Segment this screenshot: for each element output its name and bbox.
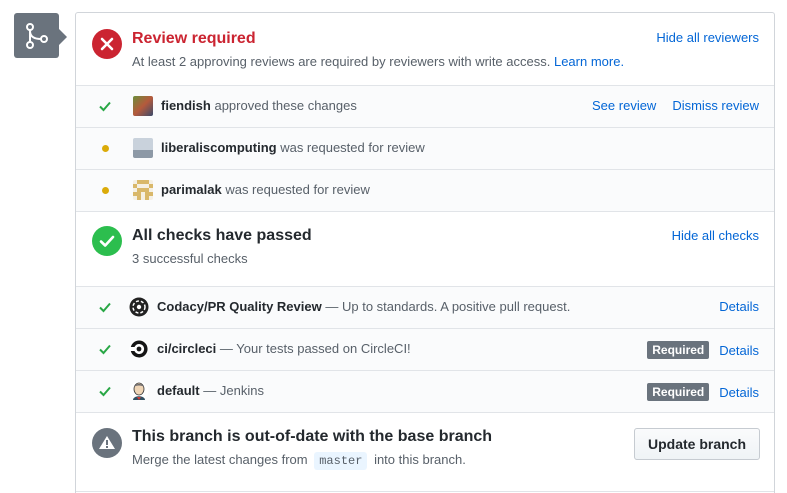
checks-section: All checks have passed 3 successful chec… (76, 212, 774, 287)
checks-title: All checks have passed (132, 227, 312, 244)
required-badge: Required (647, 383, 710, 401)
hide-all-reviewers-link[interactable]: Hide all reviewers (656, 30, 759, 45)
codacy-logo-icon (129, 297, 149, 317)
branch-outdated-section: This branch is out-of-date with the base… (76, 413, 774, 492)
check-name: default (157, 383, 200, 398)
jenkins-logo-icon (129, 381, 149, 401)
check-row: default — Jenkins Required Details (76, 371, 774, 413)
hide-all-checks-link[interactable]: Hide all checks (672, 228, 759, 243)
details-link[interactable]: Details (719, 299, 759, 314)
merge-suffix-text: into this branch. (374, 452, 466, 467)
reviewer-row: fiendish approved these changes See revi… (76, 86, 774, 128)
alert-icon (92, 428, 122, 458)
review-required-section: Review required At least 2 approving rev… (76, 13, 774, 86)
reviewer-name[interactable]: fiendish (161, 98, 211, 113)
check-text: default — Jenkins (157, 383, 264, 398)
reviewer-row: parimalak was requested for review (76, 170, 774, 212)
reviewer-text: liberaliscomputing was requested for rev… (161, 140, 425, 155)
reviewer-row: liberaliscomputing was requested for rev… (76, 128, 774, 170)
reviewer-text: parimalak was requested for review (161, 182, 370, 197)
pending-dot-icon (102, 187, 109, 194)
avatar[interactable] (133, 138, 153, 158)
circleci-logo-icon (129, 339, 149, 359)
check-icon (99, 302, 111, 313)
check-text: Codacy/PR Quality Review — Up to standar… (157, 299, 570, 314)
required-badge: Required (647, 341, 710, 359)
reviewer-text: fiendish approved these changes (161, 98, 357, 113)
check-row: Codacy/PR Quality Review — Up to standar… (76, 287, 774, 329)
check-description: — Up to standards. A positive pull reque… (325, 299, 571, 314)
merge-pointer-arrow (59, 29, 67, 45)
branch-outdated-title: This branch is out-of-date with the base… (132, 428, 493, 445)
check-icon (99, 101, 111, 112)
branch-outdated-subtitle: Merge the latest changes from master int… (132, 452, 466, 470)
check-circle-icon (92, 226, 122, 256)
details-link[interactable]: Details (719, 343, 759, 358)
pending-dot-icon (102, 145, 109, 152)
review-actions: See review Dismiss review (592, 98, 759, 113)
avatar[interactable] (133, 96, 153, 116)
reviewer-action: was requested for review (225, 182, 370, 197)
review-required-title: Review required (132, 30, 256, 47)
check-icon (99, 344, 111, 355)
check-name: Codacy/PR Quality Review (157, 299, 322, 314)
see-review-link[interactable]: See review (592, 98, 656, 113)
merge-status-box: Review required At least 2 approving rev… (75, 12, 775, 493)
check-actions: Required Details (647, 383, 759, 401)
reviewer-name[interactable]: parimalak (161, 182, 222, 197)
learn-more-link[interactable]: Learn more. (554, 54, 624, 69)
dismiss-review-link[interactable]: Dismiss review (672, 98, 759, 113)
avatar[interactable] (133, 180, 153, 200)
details-link[interactable]: Details (719, 385, 759, 400)
check-description: — Your tests passed on CircleCI! (219, 341, 411, 356)
reviewer-name[interactable]: liberaliscomputing (161, 140, 277, 155)
reviewer-action: approved these changes (214, 98, 357, 113)
review-required-text: At least 2 approving reviews are require… (132, 54, 551, 69)
review-required-subtitle: At least 2 approving reviews are require… (132, 54, 624, 69)
check-description: — Jenkins (203, 383, 264, 398)
x-circle-icon (92, 29, 122, 59)
check-text: ci/circleci — Your tests passed on Circl… (157, 341, 411, 356)
merge-prefix-text: Merge the latest changes from (132, 452, 308, 467)
base-branch-name: master (314, 452, 368, 470)
check-actions: Required Details (647, 341, 759, 359)
update-branch-button[interactable]: Update branch (633, 428, 760, 460)
check-actions: Details (719, 299, 759, 314)
check-name: ci/circleci (157, 341, 217, 356)
git-merge-icon (14, 13, 59, 58)
check-icon (99, 386, 111, 397)
reviewer-action: was requested for review (280, 140, 425, 155)
checks-subtitle: 3 successful checks (132, 251, 248, 266)
check-row: ci/circleci — Your tests passed on Circl… (76, 329, 774, 371)
